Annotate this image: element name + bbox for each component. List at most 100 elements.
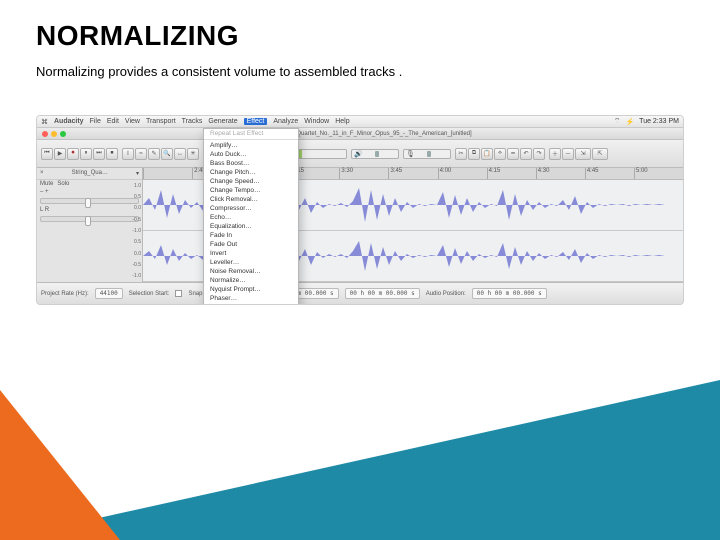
ruler-tick: 4:00 <box>438 168 487 179</box>
input-volume-slider[interactable]: 🎙 <box>403 149 451 159</box>
undo-button[interactable]: ↶ <box>520 148 532 160</box>
menu-item[interactable]: Change Speed… <box>204 177 298 186</box>
mac-menubar: ⌘ Audacity File Edit View Transport Trac… <box>37 116 683 128</box>
skip-start-button[interactable]: ⏮ <box>41 148 53 160</box>
record-button[interactable]: ⏺ <box>67 148 79 160</box>
menu-item[interactable]: Invert <box>204 249 298 258</box>
apple-icon[interactable]: ⌘ <box>41 118 48 126</box>
pause-button[interactable]: ⏸ <box>80 148 92 160</box>
status-bar: Project Rate (Hz): 44100 Selection Start… <box>37 282 683 304</box>
slide: NORMALIZING Normalizing provides a consi… <box>0 0 720 540</box>
menu-generate[interactable]: Generate <box>208 118 237 125</box>
menu-item[interactable]: Fade Out <box>204 240 298 249</box>
slide-title: NORMALIZING <box>36 20 684 52</box>
audio-position-label: Audio Position: <box>426 291 466 297</box>
ruler-tick <box>143 168 192 179</box>
menu-file[interactable]: File <box>90 118 101 125</box>
menu-item: Repeat Last Effect <box>204 129 298 138</box>
battery-icon[interactable]: ⚡ <box>625 118 634 126</box>
track-name[interactable]: String_Qua… <box>72 170 108 177</box>
menu-item[interactable]: Echo… <box>204 213 298 222</box>
trim-button[interactable]: ⟡ <box>494 148 506 160</box>
selection-end-counter[interactable]: 00 h 00 m 00.000 s <box>345 288 420 299</box>
menubar-status: ⌔ ⚡ Tue 2:33 PM <box>614 117 679 126</box>
menu-item[interactable]: Auto Duck… <box>204 150 298 159</box>
window-titlebar: String_Quartet_No._11_in_F_Minor_Opus_95… <box>37 128 683 140</box>
solo-button[interactable]: Solo <box>57 181 69 187</box>
menu-item[interactable]: Change Tempo… <box>204 186 298 195</box>
cut-button[interactable]: ✂ <box>455 148 467 160</box>
zoom-tool-button[interactable]: 🔍 <box>161 148 173 160</box>
tool-buttons: I ≈ ✎ 🔍 ↔ ✳ <box>122 148 199 160</box>
fit-selection-button[interactable]: ⇲ <box>575 148 591 160</box>
audio-position-counter[interactable]: 00 h 00 m 00.000 s <box>472 288 547 299</box>
ruler-tick: 3:30 <box>339 168 388 179</box>
menu-item[interactable]: Normalize… <box>204 276 298 285</box>
snap-to-checkbox[interactable] <box>175 290 182 297</box>
menu-effect[interactable]: Effect <box>244 118 268 125</box>
output-volume-slider[interactable]: 🔊 <box>351 149 399 159</box>
menu-separator <box>204 139 298 140</box>
toolbar: ⏮ ▶ ⏺ ⏸ ⏭ ⏹ I ≈ ✎ 🔍 ↔ ✳ 🔊 🎙 ✂ ⧉ <box>37 140 683 168</box>
edit-buttons: ✂ ⧉ 📋 ⟡ ━ ↶ ↷ <box>455 148 545 160</box>
menu-item[interactable]: Nyquist Prompt… <box>204 285 298 294</box>
audacity-screenshot: ⌘ Audacity File Edit View Transport Trac… <box>36 115 684 305</box>
menu-item[interactable]: Repair <box>204 303 298 305</box>
menu-view[interactable]: View <box>125 118 140 125</box>
skip-end-button[interactable]: ⏭ <box>93 148 105 160</box>
project-rate-value[interactable]: 44100 <box>95 288 123 299</box>
window-title: String_Quartet_No._11_in_F_Minor_Opus_95… <box>66 131 683 137</box>
close-icon[interactable] <box>42 131 48 137</box>
menu-item[interactable]: Phaser… <box>204 294 298 303</box>
silence-button[interactable]: ━ <box>507 148 519 160</box>
zoom-in-button[interactable]: ＋ <box>549 148 561 160</box>
project-rate-label: Project Rate (Hz): <box>41 291 89 297</box>
track-menu-button[interactable]: ▾ <box>136 170 139 177</box>
menu-analyze[interactable]: Analyze <box>273 118 298 125</box>
play-button[interactable]: ▶ <box>54 148 66 160</box>
zoom-buttons: ＋ － ⇲ ⇱ <box>549 148 608 160</box>
app-name[interactable]: Audacity <box>54 118 84 125</box>
menu-item[interactable]: Change Pitch… <box>204 168 298 177</box>
menu-tracks[interactable]: Tracks <box>182 118 203 125</box>
paste-button[interactable]: 📋 <box>481 148 493 160</box>
ruler-tick: 4:30 <box>536 168 585 179</box>
footer-orange-triangle <box>0 390 120 540</box>
menu-item[interactable]: Leveller… <box>204 258 298 267</box>
clock[interactable]: Tue 2:33 PM <box>639 118 679 125</box>
menu-help[interactable]: Help <box>335 118 349 125</box>
stop-button[interactable]: ⏹ <box>106 148 118 160</box>
menu-item[interactable]: Click Removal… <box>204 195 298 204</box>
selection-start-label: Selection Start: <box>129 291 170 297</box>
menu-item[interactable]: Equalization… <box>204 222 298 231</box>
menu-item[interactable]: Amplify… <box>204 141 298 150</box>
track-close-button[interactable]: × <box>40 170 44 177</box>
effect-menu-dropdown: Repeat Last Effect Amplify… Auto Duck… B… <box>203 128 299 305</box>
envelope-tool-button[interactable]: ≈ <box>135 148 147 160</box>
menu-item[interactable]: Noise Removal… <box>204 267 298 276</box>
timeshift-tool-button[interactable]: ↔ <box>174 148 186 160</box>
redo-button[interactable]: ↷ <box>533 148 545 160</box>
transport-controls: ⏮ ▶ ⏺ ⏸ ⏭ ⏹ <box>41 148 118 160</box>
menu-window[interactable]: Window <box>304 118 329 125</box>
selection-tool-button[interactable]: I <box>122 148 134 160</box>
ruler-tick: 3:45 <box>388 168 437 179</box>
menu-item[interactable]: Bass Boost… <box>204 159 298 168</box>
wifi-icon[interactable]: ⌔ <box>614 117 621 126</box>
menu-item[interactable]: Fade In <box>204 231 298 240</box>
menu-item[interactable]: Compressor… <box>204 204 298 213</box>
multi-tool-button[interactable]: ✳ <box>187 148 199 160</box>
ruler-tick: 4:45 <box>585 168 634 179</box>
vertical-scale: 1.0 0.5 0.0 -0.5 -1.0 0.5 0.0 -0.5 -1.0 <box>123 180 143 282</box>
ruler-tick: 4:15 <box>487 168 536 179</box>
zoom-out-button[interactable]: － <box>562 148 574 160</box>
copy-button[interactable]: ⧉ <box>468 148 480 160</box>
fit-project-button[interactable]: ⇱ <box>592 148 608 160</box>
slide-subtitle: Normalizing provides a consistent volume… <box>36 64 684 79</box>
mute-button[interactable]: Mute <box>40 181 53 187</box>
ruler-tick: 5:00 <box>634 168 683 179</box>
minimize-icon[interactable] <box>51 131 57 137</box>
menu-edit[interactable]: Edit <box>107 118 119 125</box>
menu-transport[interactable]: Transport <box>146 118 176 125</box>
draw-tool-button[interactable]: ✎ <box>148 148 160 160</box>
